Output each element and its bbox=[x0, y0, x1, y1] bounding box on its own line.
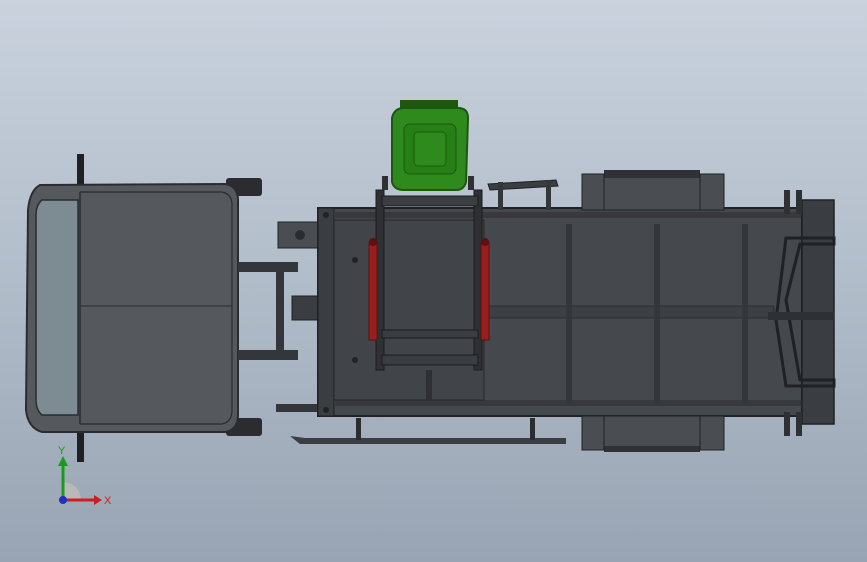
hopper-body[interactable] bbox=[317, 207, 803, 417]
waste-bin[interactable] bbox=[382, 100, 474, 191]
triad-x-label: X bbox=[104, 495, 112, 507]
coordinate-triad: Y X bbox=[58, 445, 112, 507]
windshield bbox=[35, 199, 79, 416]
cab[interactable] bbox=[24, 154, 262, 462]
cad-graphics-viewport[interactable]: Y X bbox=[0, 0, 867, 562]
left-mirror-icon bbox=[77, 154, 84, 184]
top-handrail bbox=[487, 179, 559, 210]
z-axis-dot-icon bbox=[59, 496, 67, 504]
triad-y-label: Y bbox=[58, 445, 66, 457]
garbage-truck-model[interactable] bbox=[0, 0, 867, 562]
